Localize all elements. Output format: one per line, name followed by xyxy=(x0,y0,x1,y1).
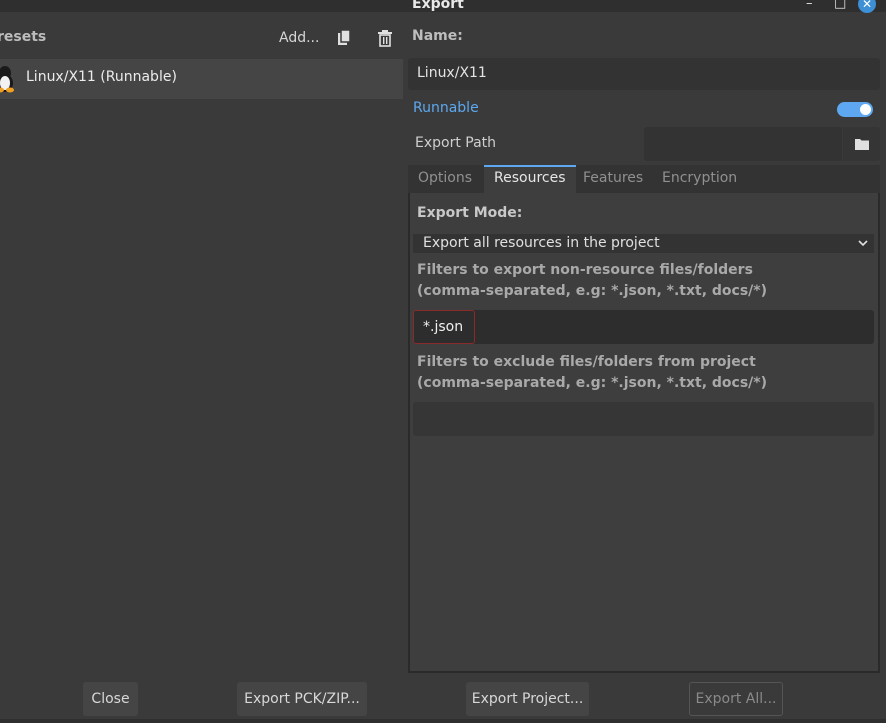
tab-encryption[interactable]: Encryption xyxy=(652,165,747,193)
linux-penguin-icon xyxy=(0,65,14,93)
add-preset-button[interactable]: Add... xyxy=(279,30,319,46)
maximize-icon[interactable]: □ xyxy=(834,0,846,11)
include-filters-label: Filters to export non-resource files/fol… xyxy=(417,262,768,299)
preset-item-label: Linux/X11 (Runnable) xyxy=(26,69,177,85)
export-mode-select[interactable]: Export all resources in the project xyxy=(413,234,874,253)
duplicate-preset-icon[interactable] xyxy=(336,29,356,49)
name-label: Name: xyxy=(412,28,463,44)
export-pck-zip-button[interactable]: Export PCK/ZIP... xyxy=(237,682,367,716)
toggle-knob xyxy=(860,104,871,115)
tab-features[interactable]: Features xyxy=(573,165,653,193)
export-all-button[interactable]: Export All... xyxy=(689,682,783,716)
window-bottom-edge xyxy=(0,719,886,723)
export-project-button[interactable]: Export Project... xyxy=(466,682,589,716)
include-filters-input[interactable] xyxy=(413,310,874,344)
preset-name-input[interactable]: Linux/X11 xyxy=(408,58,880,90)
export-mode-value: Export all resources in the project xyxy=(423,235,660,251)
window-title: Export xyxy=(412,0,464,12)
delete-preset-icon[interactable] xyxy=(376,29,396,49)
minimize-icon[interactable]: – xyxy=(806,0,813,11)
tab-resources[interactable]: Resources xyxy=(484,165,576,193)
export-mode-label: Export Mode: xyxy=(417,205,523,221)
chevron-down-icon xyxy=(858,240,868,247)
folder-icon xyxy=(855,139,869,150)
export-path-label: Export Path xyxy=(415,135,497,151)
exclude-filters-label: Filters to exclude files/folders from pr… xyxy=(417,354,768,391)
close-button[interactable]: Close xyxy=(83,682,138,716)
browse-folder-button[interactable] xyxy=(843,127,880,161)
exclude-filters-input[interactable] xyxy=(413,402,874,436)
include-filters-value[interactable]: *.json xyxy=(413,310,475,344)
runnable-toggle[interactable] xyxy=(837,102,873,117)
presets-label: resets xyxy=(0,29,47,45)
tab-options[interactable]: Options xyxy=(408,165,482,193)
runnable-label: Runnable xyxy=(413,100,479,116)
export-path-input[interactable] xyxy=(644,127,842,161)
